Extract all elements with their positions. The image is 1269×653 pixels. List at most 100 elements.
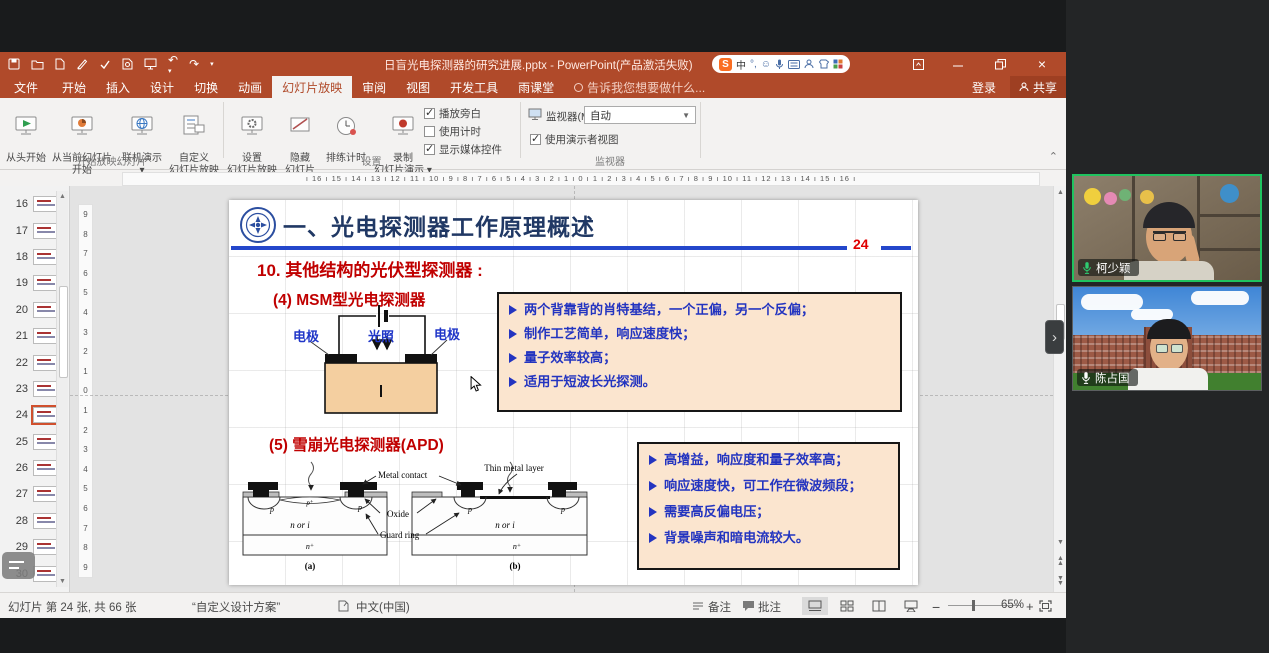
setup-show-icon — [239, 113, 265, 139]
menu-tab[interactable]: 切换 — [184, 76, 228, 98]
participant-glasses — [1153, 231, 1186, 240]
scroll-down-icon[interactable]: ▼ — [59, 578, 66, 585]
print-preview-icon[interactable] — [122, 58, 133, 70]
bullet-item: 制作工艺简单，响应速度快； — [509, 326, 890, 342]
skin-icon[interactable] — [818, 59, 829, 69]
apd-p-label: p — [269, 505, 274, 514]
slideshow-icon[interactable] — [144, 58, 157, 70]
emoji-icon[interactable]: ☺ — [761, 59, 771, 70]
toolbox-grid-icon[interactable] — [833, 59, 843, 69]
monitor-icon — [528, 108, 542, 120]
slide-sorter-view-button[interactable] — [834, 597, 860, 615]
login-button[interactable]: 登录 — [972, 79, 996, 96]
canvas-scrollbar[interactable]: ▲ ▼ ▲▲ ▼▼ — [1053, 186, 1066, 592]
chinese-mode-icon[interactable]: 中 — [736, 57, 746, 72]
reading-view-button[interactable] — [866, 597, 892, 615]
section-apd-label[interactable]: (5) 雪崩光电探测器(APD) — [269, 433, 444, 455]
meeting-video-panel: 柯少颖 陈占国 — [1066, 0, 1269, 653]
fit-to-window-icon[interactable] — [1039, 600, 1052, 612]
participant-video-active[interactable]: 柯少颖 — [1072, 174, 1262, 282]
account-icon[interactable] — [804, 59, 814, 69]
language-icon — [338, 600, 349, 612]
restore-button[interactable] — [984, 52, 1016, 76]
horizontal-ruler[interactable]: ı 16 ı 15 ı 14 ı 13 ı 12 ı 11 ı 10 ı 9 ı… — [122, 172, 1040, 186]
scrollbar-thumb[interactable] — [59, 286, 68, 378]
bullet-item: 需要高反偏电压； — [649, 504, 888, 520]
apd-guard-ring-label: Guard ring — [380, 530, 420, 540]
powerpoint-window: ↶ ▾ ↷ ▾ 日盲光电探测器的研究进展.pptx - PowerPoint(产… — [0, 52, 1066, 618]
normal-view-button[interactable] — [802, 597, 828, 615]
comments-toggle[interactable]: 批注 — [758, 599, 781, 615]
apd-n-or-i-label: n or i — [495, 520, 515, 530]
redo-icon[interactable]: ↷ — [189, 57, 199, 71]
punctuation-icon[interactable]: °, — [750, 59, 757, 70]
menu-tab[interactable]: 开发工具 — [440, 76, 508, 98]
zoom-level[interactable]: 65% — [1001, 599, 1024, 611]
title-divider — [231, 246, 847, 250]
apd-feature-textbox[interactable]: 高增益，响应度和量子效率高； 响应速度快，可工作在微波频段； 需要高反偏电压； 背景噪… — [637, 442, 900, 570]
ribbon-display-options-button[interactable] — [902, 52, 934, 76]
collapse-ribbon-chevron-icon[interactable]: ⌃ — [1049, 150, 1058, 163]
soft-keyboard-icon[interactable] — [788, 60, 800, 69]
zoom-in-button[interactable]: + — [1026, 599, 1034, 614]
language-label[interactable]: 中文(中国) — [356, 599, 410, 615]
msm-feature-textbox[interactable]: 两个背靠背的肖特基结，一个正偏，另一个反偏；制作工艺简单，响应速度快；量子效率较… — [497, 292, 902, 412]
ribbon-checkbox[interactable]: 播放旁白 — [424, 106, 481, 121]
ink-pen-icon[interactable] — [76, 58, 88, 70]
menu-tab[interactable]: 设计 — [140, 76, 184, 98]
minimize-button[interactable] — [942, 52, 974, 76]
slide-title[interactable]: 一、光电探测器工作原理概述 — [283, 208, 595, 242]
floating-annotation-widget[interactable] — [2, 552, 35, 579]
checkbox-label: 使用演示者视图 — [545, 132, 619, 147]
participant-glasses — [1156, 344, 1183, 353]
menu-tab[interactable]: 视图 — [396, 76, 440, 98]
panel-collapse-chevron[interactable]: › — [1045, 320, 1064, 354]
tell-me-box[interactable]: 告诉我您想要做什么... — [574, 76, 705, 98]
bullet-item: 响应速度快，可工作在微波频段； — [649, 478, 888, 494]
bullet-item: 高增益，响应度和量子效率高； — [649, 452, 888, 468]
plush-toy — [1119, 189, 1131, 201]
new-document-icon[interactable] — [55, 58, 65, 70]
save-icon[interactable] — [8, 58, 20, 70]
vertical-ruler[interactable]: 9 8 7 6 5 4 3 2 1 0 1 2 3 4 5 6 7 8 9 — [78, 204, 93, 578]
qat-customize-icon[interactable]: ▾ — [210, 60, 214, 68]
menu-tab[interactable]: 动画 — [228, 76, 272, 98]
thumbnail-scrollbar[interactable]: ▲ ▼ — [56, 191, 68, 587]
undo-icon[interactable]: ↶ ▾ — [168, 53, 178, 75]
zoom-slider-thumb[interactable] — [972, 600, 975, 611]
sogou-input-toolbar[interactable]: S 中 °, ☺ — [712, 55, 850, 73]
sogou-logo-icon[interactable]: S — [719, 58, 732, 71]
participant-body — [1128, 368, 1208, 391]
presenter-view-checkbox[interactable]: 使用演示者视图 — [530, 132, 619, 147]
ribbon-checkbox[interactable]: 使用计时 — [424, 124, 481, 139]
slide-canvas[interactable]: 一、光电探测器工作原理概述 24 10. 其他结构的光伏型探测器 : (4) M… — [229, 200, 918, 585]
share-button[interactable]: 共享 — [1010, 76, 1066, 98]
checkbox-label: 播放旁白 — [439, 106, 481, 121]
participant-video[interactable]: 陈占国 — [1072, 286, 1262, 391]
zoom-out-button[interactable]: − — [932, 599, 940, 615]
menu-tab[interactable]: 开始 — [52, 76, 96, 98]
apd-p-label: p — [467, 505, 472, 514]
apd-caption-b: (b) — [510, 561, 521, 571]
voice-input-icon[interactable] — [775, 59, 784, 70]
open-icon[interactable] — [31, 59, 44, 70]
bullet-item: 背景噪声和暗电流较大。 — [649, 530, 888, 546]
notes-toggle[interactable]: 备注 — [708, 599, 731, 615]
apd-n-or-i-label: n or i — [290, 520, 310, 530]
scroll-up-icon[interactable]: ▲ — [59, 193, 66, 200]
menu-tab[interactable]: 插入 — [96, 76, 140, 98]
rehearse-clock-icon — [333, 113, 359, 139]
menu-tab[interactable]: 雨课堂 — [508, 76, 564, 98]
slide-heading[interactable]: 10. 其他结构的光伏型探测器 : — [257, 256, 483, 281]
tab-file[interactable]: 文件 — [0, 76, 52, 98]
bullet-arrow-icon — [649, 507, 657, 517]
spelling-check-icon[interactable] — [99, 58, 111, 70]
monitor-dropdown[interactable]: 自动 ▼ — [584, 106, 696, 124]
slide-number: 28 — [10, 515, 28, 527]
bullet-text: 背景噪声和暗电流较大。 — [664, 530, 809, 546]
menu-tab[interactable]: 审阅 — [352, 76, 396, 98]
close-button[interactable]: × — [1026, 52, 1058, 76]
slideshow-view-button[interactable] — [898, 597, 924, 615]
play-from-start-icon — [13, 113, 39, 139]
menu-tab[interactable]: 幻灯片放映 — [272, 76, 352, 98]
